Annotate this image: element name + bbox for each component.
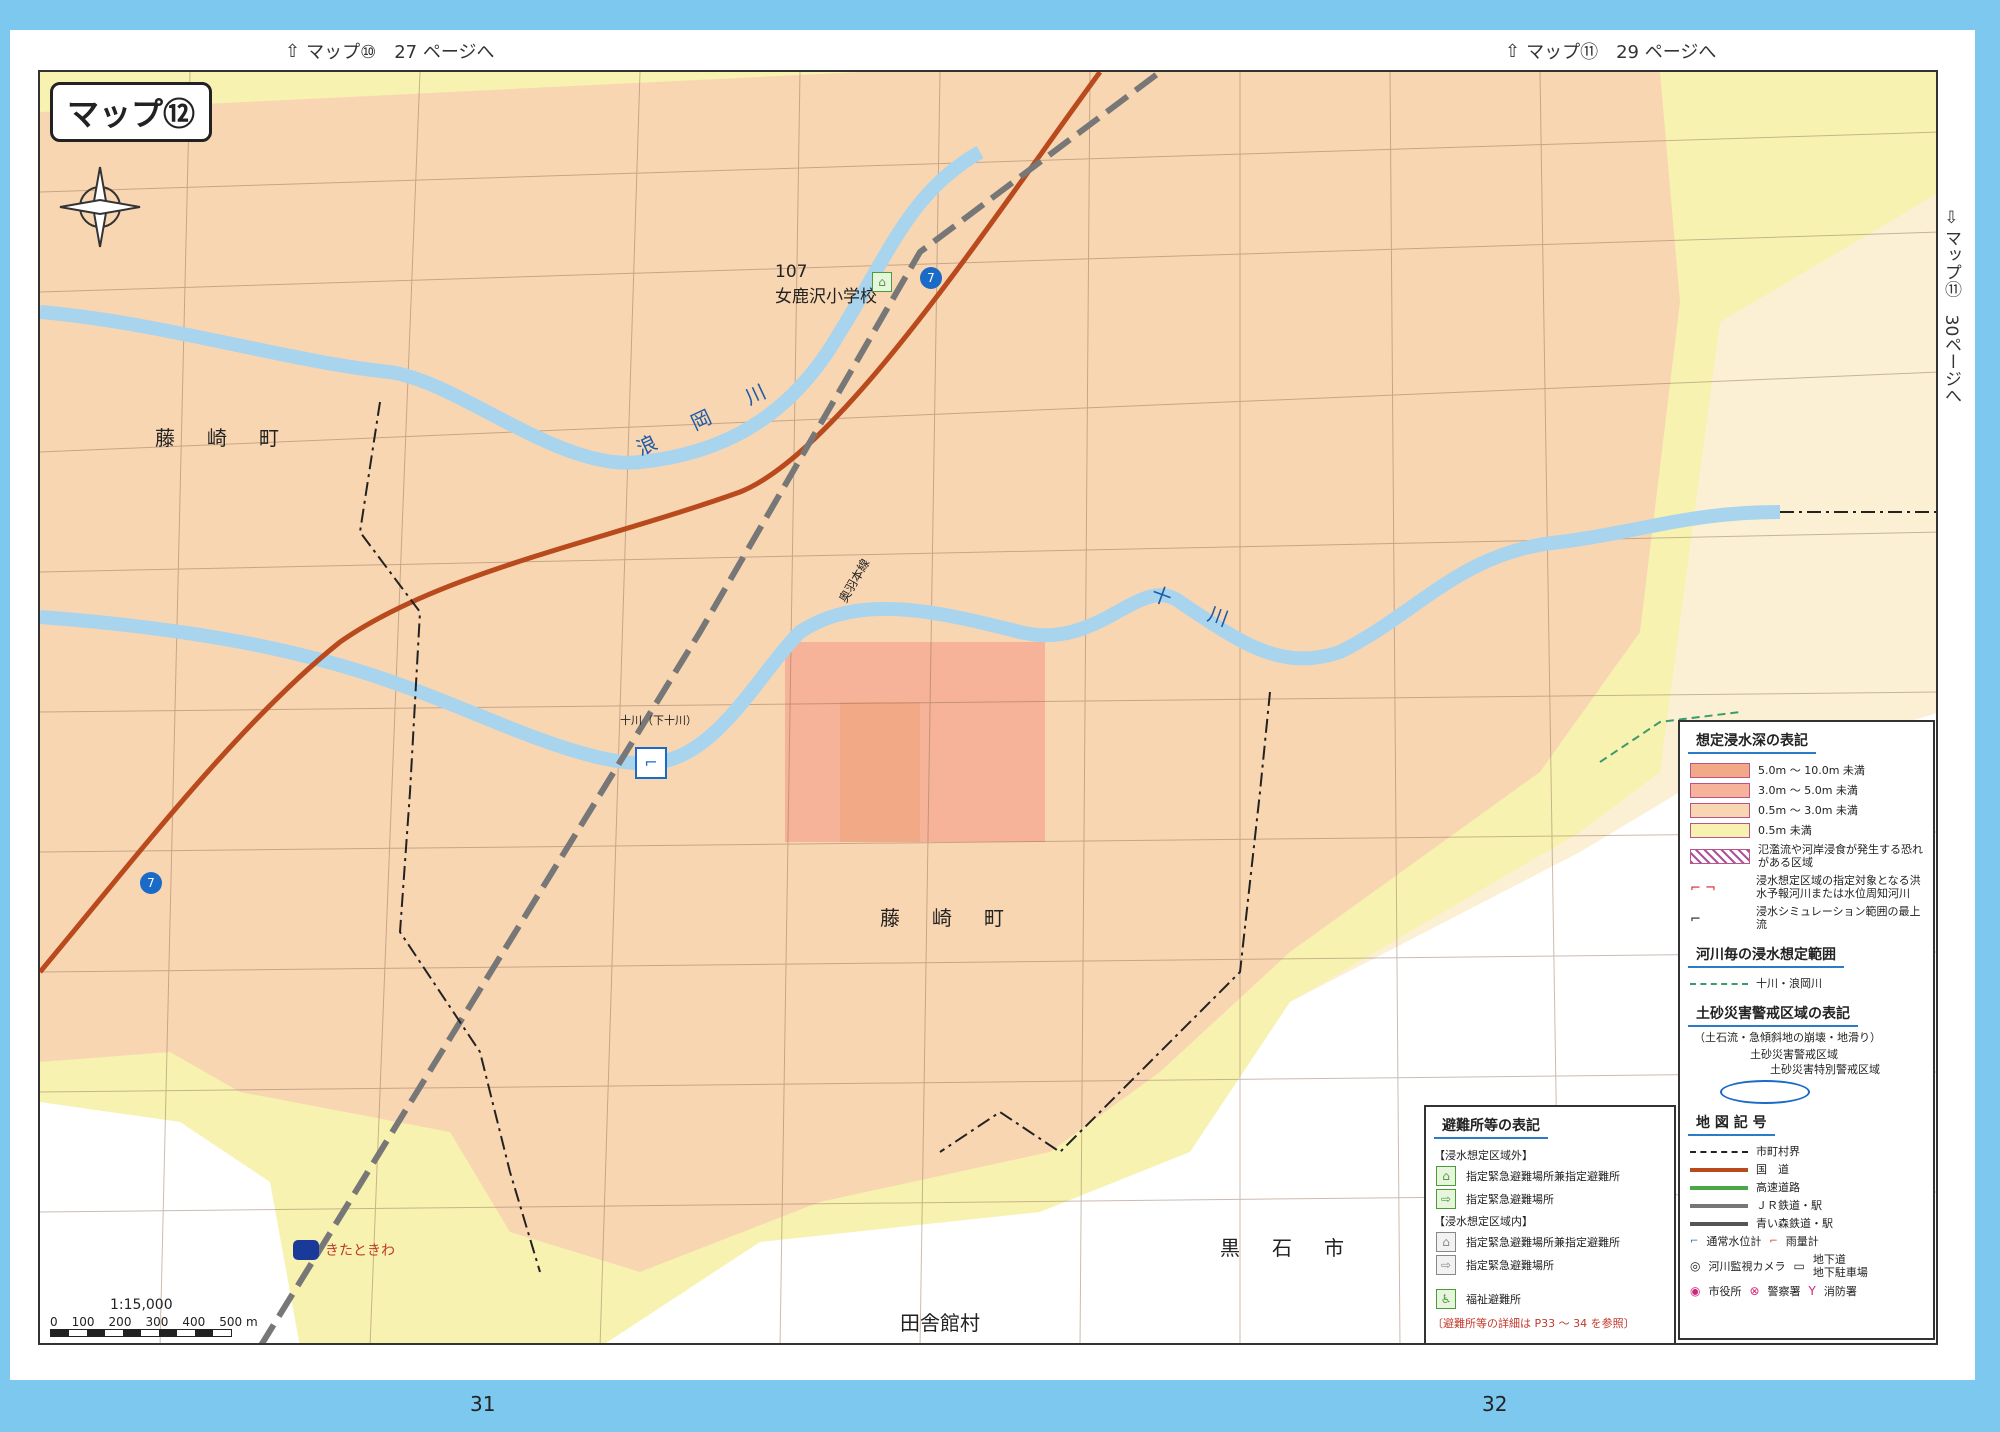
designated-river-marker-icon: ⌐ ¬ [1690,880,1716,896]
depth-label: 3.0m ～ 5.0m 未満 [1758,784,1858,797]
page-number-left: 31 [470,1392,496,1416]
shelter-both-icon: ⌂ [1436,1232,1456,1252]
river-range-label: 十川・浪岡川 [1756,977,1822,990]
jr-station-icon [293,1240,319,1260]
depth-swatch [1690,823,1750,838]
legend-depth-heading: 想定浸水深の表記 [1688,730,1816,754]
aomori-rail-icon [1690,1221,1748,1226]
depth-label: 0.5m 未満 [1758,824,1812,837]
symbol-label: ＪＲ鉄道・駅 [1756,1199,1822,1212]
erosion-swatch [1690,848,1750,864]
shelter-legend-panel: 避難所等の表記 【浸水想定区域外】 ⌂ 指定緊急避難場所兼指定避難所 ⇨ 指定緊急避… [1424,1105,1676,1345]
gauge-label: 十川（下十川） [620,714,697,727]
depth-swatch [1690,783,1750,798]
shelter-label: 指定緊急避難場所 [1466,1193,1554,1206]
fire-station-icon: Y [1808,1284,1816,1298]
shelter-label: 福祉避難所 [1466,1293,1521,1306]
scale-tick: 400 [182,1315,206,1329]
river-range-swatch [1690,982,1748,985]
symbol-label: 国 道 [1756,1163,1789,1176]
water-level-gauge-icon[interactable]: ⌐ [635,747,667,779]
nav-map11-right-label: マップ⑪ 30ページへ [1941,229,1961,405]
shelter-inside-heading: 【浸水想定区域内】 [1434,1215,1533,1228]
police-icon: ⊗ [1749,1284,1760,1298]
symbol-label: 通常水位計 [1706,1235,1762,1248]
symbol-label: 雨量計 [1785,1235,1819,1248]
village-label-inakadate: 田舎館村 [900,1311,980,1335]
route-shield-icon: 7 [140,872,162,894]
nav-map10-label: マップ⑩ 27 ページへ [306,42,495,63]
legend-river-range-heading: 河川毎の浸水想定範囲 [1688,944,1844,968]
symbol-label: 市町村界 [1756,1145,1800,1158]
national-road-icon [1690,1167,1748,1172]
arrow-right-icon: ⇨ [1941,210,1961,230]
sediment-zone-icon [1720,1080,1810,1104]
water-gauge-icon: ⌐ [1690,1236,1699,1247]
legend-sediment-heading: 土砂災害警戒区域の表記 [1688,1003,1858,1027]
symbol-label: 市役所 [1708,1284,1742,1298]
sediment-warn-label: 土砂災害警戒区域 [1750,1048,1838,1061]
sediment-special-label: 土砂災害特別警戒区域 [1770,1063,1880,1076]
rain-gauge-icon: ⌐ [1769,1236,1778,1247]
depth-swatch [1690,803,1750,818]
scale-tick: 500 m [219,1315,258,1329]
erosion-label: 氾濫流や河岸浸食が発生する恐れがある区域 [1758,843,1923,869]
camera-icon: ◎ [1690,1259,1701,1273]
symbol-label: 河川監視カメラ [1708,1259,1786,1273]
page-number-right: 32 [1482,1392,1508,1416]
symbol-label: 地下道 地下駐車場 [1812,1253,1868,1279]
legend-panel: 想定浸水深の表記 5.0m ～ 10.0m 未満 3.0m ～ 5.0m 未満 … [1678,720,1935,1340]
symbol-label: 青い森鉄道・駅 [1756,1217,1833,1230]
shelter-both-icon: ⌂ [1436,1166,1456,1186]
arrow-up-icon: ⇧ [285,40,301,62]
depth-label: 5.0m ～ 10.0m 未満 [1758,764,1865,777]
city-label-kuroishi: 黒 石 市 [1220,1236,1350,1260]
nav-map11-label: マップ⑪ 29 ページへ [1526,42,1717,63]
map-title: マップ⑫ [50,82,213,142]
designated-label: 浸水想定区域の指定対象となる洪水予報河川または水位周知河川 [1756,874,1921,900]
nav-map11-right-link[interactable]: ⇨ マップ⑪ 30ページへ [1938,210,1964,404]
shelter-label: 指定緊急避難場所兼指定避難所 [1466,1170,1620,1183]
evacuation-site-icon: ⇨ [1436,1189,1456,1209]
town-label-fujisaki: 藤 崎 町 [880,906,1010,930]
scale-ratio: 1:15,000 [110,1297,173,1313]
town-label-fujisaki-nw: 藤 崎 町 [155,426,285,450]
shelter-label: 指定緊急避難場所 [1466,1259,1554,1272]
scale-tick: 200 [108,1315,132,1329]
symbol-label: 警察署 [1767,1284,1801,1298]
jr-rail-icon [1690,1203,1748,1208]
station-label: きたときわ [325,1243,395,1259]
shelter-label: 指定緊急避難場所兼指定避難所 [1466,1236,1620,1249]
city-hall-icon: ◉ [1690,1284,1701,1298]
nav-map11-link[interactable]: ⇧ マップ⑪ 29 ページへ [1505,38,1716,64]
welfare-shelter-icon: ♿ [1436,1289,1456,1309]
shelter-number: 107 [775,262,808,282]
nav-map10-link[interactable]: ⇧ マップ⑩ 27 ページへ [285,38,495,64]
depth-label: 0.5m ～ 3.0m 未満 [1758,804,1858,817]
boundary-line-icon [1690,1150,1748,1153]
simulation-marker-icon: ⌐ [1690,911,1701,927]
shelter-heading: 避難所等の表記 [1434,1115,1548,1139]
arrow-up-icon: ⇧ [1505,40,1521,62]
scale-bar: 1:15,000 0 100 200 300 400 500 m [50,1297,258,1337]
north-compass-icon [60,162,140,252]
legend-symbols-heading: 地 図 記 号 [1688,1112,1775,1136]
school-label: 女鹿沢小学校 [775,287,877,307]
simulation-label: 浸水シミュレーション範囲の最上流 [1756,905,1921,931]
shelter-icon[interactable]: ⌂ [872,272,892,292]
shelter-outside-heading: 【浸水想定区域外】 [1434,1149,1533,1162]
evacuation-site-icon: ⇨ [1436,1255,1456,1275]
depth-swatch [1690,763,1750,778]
shelter-note: 〔避難所等の詳細は P33 ～ 34 を参照〕 [1432,1317,1635,1330]
scale-tick: 100 [71,1315,95,1329]
parking-icon: ▭ [1793,1259,1805,1273]
route-shield-icon: 7 [920,267,942,289]
scale-tick: 0 [50,1315,58,1329]
symbol-label: 高速道路 [1756,1181,1800,1194]
expressway-icon [1690,1185,1748,1190]
sediment-sub: （土石流・急傾斜地の崩壊・地滑り） [1694,1031,1881,1044]
symbol-label: 消防署 [1823,1284,1857,1298]
scale-tick: 300 [145,1315,169,1329]
